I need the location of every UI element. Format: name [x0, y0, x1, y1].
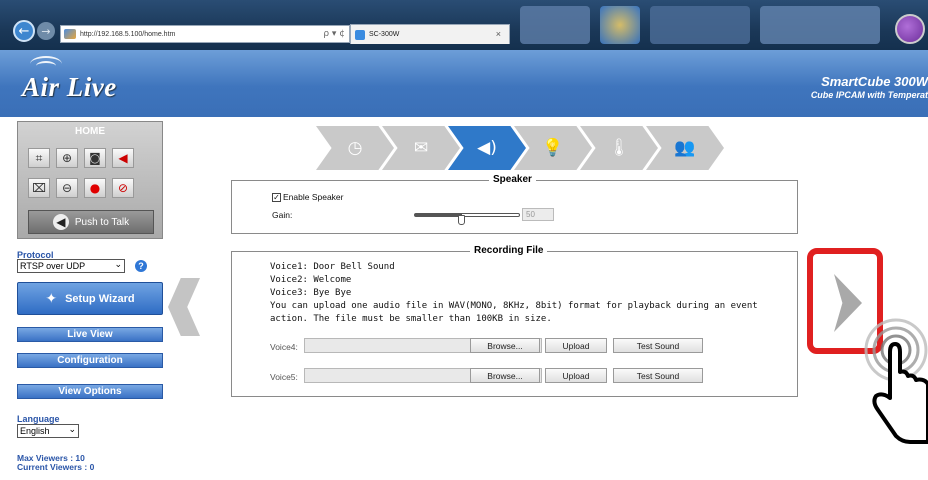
gain-label: Gain:	[272, 210, 293, 220]
voice5-upload-button[interactable]: Upload	[545, 368, 607, 383]
sidebar: HOME ⌗ ⊕ ◙ ◀ ⌧ ⊖ ● ⊘ ◀ Push to Talk Prot…	[13, 118, 166, 480]
mic-mute-icon[interactable]: ⊘	[112, 178, 134, 198]
setup-wizard-label: Setup Wizard	[65, 292, 135, 305]
product-subtitle: Cube IPCAM with Temperat	[810, 90, 928, 100]
recording-file-legend: Recording File	[470, 245, 548, 256]
language-label: Language	[17, 414, 60, 424]
current-viewers: Current Viewers : 0	[17, 462, 95, 472]
hand-pointer-icon	[864, 318, 928, 444]
airlive-logo: Air Live	[22, 72, 117, 102]
voice4-browse-button[interactable]: Browse...	[470, 338, 540, 353]
setup-wizard-button[interactable]: ✦ Setup Wizard	[17, 282, 163, 315]
voice4-test-sound-button[interactable]: Test Sound	[613, 338, 703, 353]
recording-line: Voice2: Welcome	[270, 275, 352, 285]
back-button[interactable]: ←	[13, 20, 35, 42]
view-options-button[interactable]: View Options	[17, 384, 163, 399]
browser-tab[interactable]: SC-300W ×	[350, 24, 510, 44]
configuration-button[interactable]: Configuration	[17, 353, 163, 368]
language-select[interactable]: English ⌄	[17, 424, 79, 438]
forward-button[interactable]: →	[37, 22, 55, 40]
previous-page-arrow-icon[interactable]	[168, 278, 200, 336]
gain-slider-fill	[415, 214, 462, 216]
tab-title: SC-300W	[369, 31, 400, 38]
recording-line: Voice3: Bye Bye	[270, 288, 352, 298]
home-control-panel: HOME ⌗ ⊕ ◙ ◀ ⌧ ⊖ ● ⊘ ◀ Push to Talk	[17, 121, 163, 239]
voice4-upload-button[interactable]: Upload	[545, 338, 607, 353]
gain-value-field[interactable]: 50	[522, 208, 554, 221]
zoom-out-icon[interactable]: ⊖	[56, 178, 78, 198]
help-icon[interactable]: ?	[135, 260, 147, 272]
header-banner: Air Live SmartCube 300W Cube IPCAM with …	[0, 50, 928, 117]
taskbar-thumbnail	[600, 6, 640, 44]
tab-close-icon[interactable]: ×	[496, 29, 501, 39]
screen: ← → http://192.168.5.100/home.htm ρ ▾ ¢ …	[0, 0, 928, 480]
live-view-button[interactable]: Live View	[17, 327, 163, 342]
voice4-label: Voice4:	[270, 342, 298, 352]
push-to-talk-label: Push to Talk	[74, 216, 130, 228]
enable-speaker-checkbox[interactable]: ✓	[272, 192, 281, 202]
voice5-browse-button[interactable]: Browse...	[470, 368, 540, 383]
enable-speaker-row[interactable]: ✓ Enable Speaker	[272, 192, 344, 202]
zoom-in-icon[interactable]: ⊕	[56, 148, 78, 168]
app-icon[interactable]	[895, 14, 925, 44]
speaker-legend: Speaker	[489, 174, 536, 185]
taskbar-thumbnail	[520, 6, 590, 44]
address-bar[interactable]: http://192.168.5.100/home.htm ρ ▾ ¢	[60, 25, 350, 43]
product-title: SmartCube 300W	[821, 74, 928, 89]
fit-window-icon[interactable]: ⌧	[28, 178, 50, 198]
search-refresh-icon[interactable]: ρ ▾ ¢	[323, 29, 345, 39]
wireless-waves-icon	[36, 61, 56, 71]
chevron-down-icon: ⌄	[114, 260, 122, 270]
recording-line: action. The file must be smaller than 10…	[270, 314, 552, 324]
speaker-section: Speaker ✓ Enable Speaker Gain: 50	[231, 174, 798, 234]
recording-line: You can upload one audio file in WAV(MON…	[270, 301, 758, 311]
taskbar-thumbnail	[760, 6, 880, 44]
browser-toolbar: ← → http://192.168.5.100/home.htm ρ ▾ ¢ …	[0, 0, 928, 50]
push-to-talk-button[interactable]: ◀ Push to Talk	[28, 210, 154, 234]
recording-line: Voice1: Door Bell Sound	[270, 262, 395, 272]
snapshot-camera-icon[interactable]: ◙	[84, 148, 106, 168]
speaker-icon: ◀	[52, 214, 69, 230]
setup-steps: ◷ ✉ ◀) 💡 🌡 👥	[316, 126, 724, 170]
home-title: HOME	[75, 126, 105, 137]
record-icon[interactable]: ●	[84, 178, 106, 198]
chevron-down-icon: ⌄	[68, 425, 76, 435]
gain-slider-track[interactable]	[414, 213, 520, 217]
fullscreen-icon[interactable]: ⌗	[28, 148, 50, 168]
tab-favicon-icon	[355, 29, 365, 40]
mute-icon[interactable]: ◀	[112, 148, 134, 168]
page-favicon-icon	[64, 29, 76, 39]
gain-slider-thumb[interactable]	[458, 215, 465, 225]
protocol-select[interactable]: RTSP over UDP ⌄	[17, 259, 125, 273]
voice5-test-sound-button[interactable]: Test Sound	[613, 368, 703, 383]
enable-speaker-label: Enable Speaker	[283, 192, 344, 202]
recording-file-section: Recording File Voice1: Door Bell Sound V…	[231, 245, 798, 397]
voice5-label: Voice5:	[270, 372, 298, 382]
language-value: English	[20, 426, 50, 436]
step-clock-icon[interactable]: ◷	[316, 126, 394, 170]
magic-wand-icon: ✦	[45, 290, 58, 307]
taskbar-thumbnail	[650, 6, 750, 44]
address-url: http://192.168.5.100/home.htm	[80, 30, 176, 38]
protocol-value: RTSP over UDP	[20, 261, 86, 271]
